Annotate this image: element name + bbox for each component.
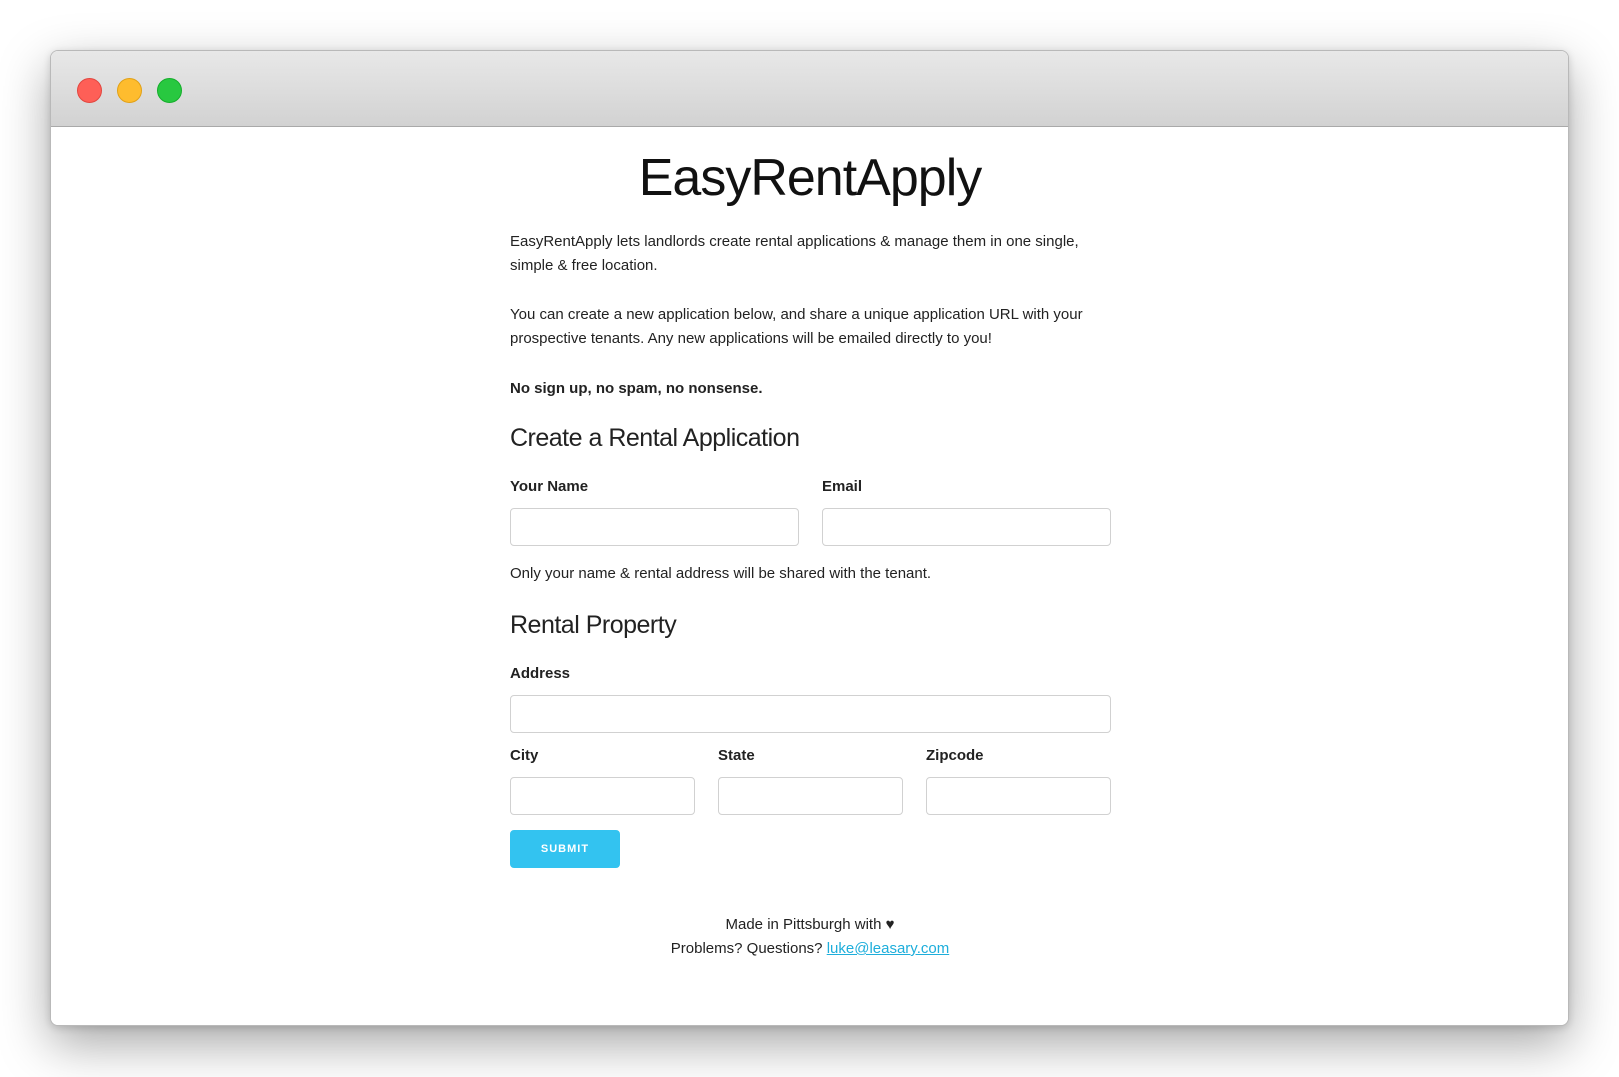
page-content: EasyRentApply EasyRentApply lets landlor… <box>51 128 1568 1025</box>
submit-button[interactable]: SUBMIT <box>510 830 620 868</box>
address-input[interactable] <box>510 695 1111 733</box>
state-label: State <box>718 747 755 764</box>
email-input[interactable] <box>822 508 1111 546</box>
city-input[interactable] <box>510 777 695 815</box>
close-window-button[interactable] <box>77 78 102 103</box>
window-titlebar <box>51 51 1568 127</box>
browser-window: EasyRentApply EasyRentApply lets landlor… <box>50 50 1569 1026</box>
city-label: City <box>510 747 539 764</box>
minimize-window-button[interactable] <box>117 78 142 103</box>
made-in-text: Made in Pittsburgh with ♥ <box>725 916 895 933</box>
state-input[interactable] <box>718 777 903 815</box>
intro-paragraph: EasyRentApply lets landlords create rent… <box>510 233 1079 274</box>
zipcode-input[interactable] <box>926 777 1111 815</box>
zipcode-label: Zipcode <box>926 747 984 764</box>
address-label: Address <box>510 665 571 682</box>
contact-email-link[interactable]: luke@leasary.com <box>827 940 950 957</box>
email-label: Email <box>822 478 863 495</box>
page-title: EasyRentApply <box>638 149 983 207</box>
description-paragraph: You can create a new application below, … <box>510 306 1083 347</box>
tagline-paragraph: No sign up, no spam, no nonsense. <box>510 380 763 397</box>
privacy-note: Only your name & rental address will be … <box>510 565 932 582</box>
name-input[interactable] <box>510 508 799 546</box>
maximize-window-button[interactable] <box>157 78 182 103</box>
footer: Made in Pittsburgh with ♥ Problems? Ques… <box>510 913 1110 961</box>
contact-line: Problems? Questions? luke@leasary.com <box>510 937 1110 961</box>
contact-prefix: Problems? Questions? <box>670 940 823 957</box>
name-label: Your Name <box>510 478 589 495</box>
rental-property-heading: Rental Property <box>510 611 677 639</box>
create-application-heading: Create a Rental Application <box>510 424 800 452</box>
screen: EasyRentApply EasyRentApply lets landlor… <box>0 0 1619 1077</box>
